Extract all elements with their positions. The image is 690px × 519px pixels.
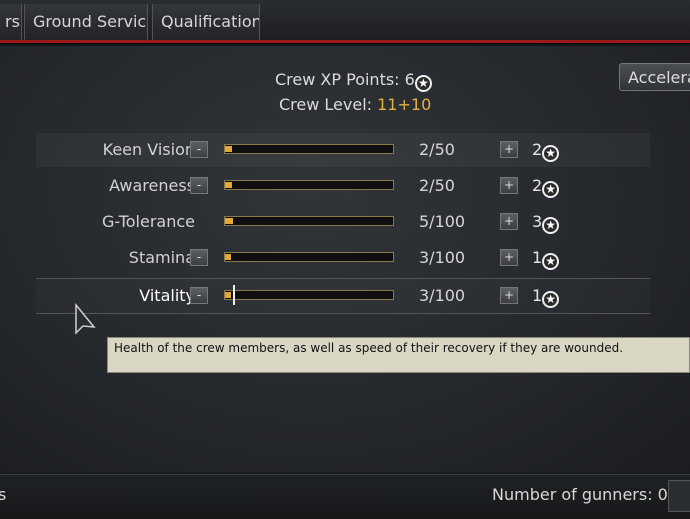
decrease-skill-button[interactable]: -	[190, 141, 208, 158]
star-icon: ★	[414, 75, 432, 92]
skill-cost: 2 ★	[532, 133, 560, 167]
star-icon: ★	[542, 253, 560, 270]
star-icon: ★	[542, 291, 560, 308]
skill-value: 3/100	[419, 248, 466, 267]
increase-skill-button[interactable]: +	[500, 177, 518, 194]
crew-xp-points-label: Crew XP Points:	[275, 70, 405, 89]
skill-progress-bar	[224, 180, 394, 190]
crew-level: Crew Level: 11+10	[279, 95, 431, 114]
top-tab-bar: rs Ground Service Qualification	[0, 0, 690, 42]
accelerate-button[interactable]: Accelera	[619, 63, 690, 91]
skill-progress-bar	[224, 144, 394, 154]
skill-cost-value: 3	[532, 212, 543, 231]
skill-cost-value: 2	[532, 140, 543, 159]
skill-row[interactable]: Vitality - 3/100 +1 ★	[36, 278, 650, 314]
tab-crew-members[interactable]: rs	[0, 4, 22, 40]
tab-label: rs	[5, 12, 20, 31]
skill-progress-bar	[224, 252, 394, 262]
decrease-skill-button[interactable]: -	[190, 249, 208, 266]
tab-label: Ground Service	[33, 12, 148, 31]
skill-name: Awareness	[109, 176, 195, 195]
skill-progress-fill	[225, 292, 231, 298]
skill-cost: 3 ★	[532, 205, 560, 239]
skill-progress-bar	[224, 216, 394, 226]
skill-progress-fill	[225, 254, 231, 260]
skill-value: 3/100	[419, 286, 466, 305]
skill-name: Vitality	[139, 286, 195, 305]
increase-skill-button[interactable]: +	[500, 141, 518, 158]
decrease-skill-button[interactable]: -	[190, 177, 208, 194]
skill-cost: 2 ★	[532, 169, 560, 203]
crew-level-value: 11	[377, 95, 398, 114]
decrease-skill-button[interactable]: -	[190, 287, 208, 304]
star-icon: ★	[542, 145, 560, 162]
star-icon: ★	[542, 217, 560, 234]
skill-value: 5/100	[419, 212, 466, 231]
skill-tooltip: Health of the crew members, as well as s…	[107, 337, 690, 373]
crew-level-bonus: +10	[397, 95, 432, 114]
skill-cost-value: 1	[532, 248, 543, 267]
crew-level-label: Crew Level:	[279, 95, 378, 114]
skill-row[interactable]: Awareness - 2/50 +2 ★	[36, 169, 650, 203]
skill-progress-fill	[225, 218, 233, 224]
crew-xp-points: Crew XP Points: 6 ★	[275, 70, 432, 92]
gunners-count: Number of gunners: 0	[492, 485, 668, 504]
skill-progress-fill	[225, 146, 232, 152]
skill-name: G-Tolerance	[102, 212, 195, 231]
skill-value: 2/50	[419, 176, 455, 195]
skill-cost-value: 2	[532, 176, 543, 195]
skill-row[interactable]: Stamina - 3/100 +1 ★	[36, 241, 650, 275]
crew-xp-points-value: 6	[404, 70, 415, 89]
skill-progress-fill	[225, 182, 232, 188]
increase-skill-button[interactable]: +	[500, 249, 518, 266]
tab-qualification[interactable]: Qualification	[152, 4, 260, 40]
skill-cost-value: 1	[532, 286, 543, 305]
increase-skill-button[interactable]: +	[500, 287, 518, 304]
skill-row[interactable]: Keen Vision - 2/50 +2 ★	[36, 133, 650, 167]
skill-cost: 1 ★	[532, 241, 560, 275]
tab-ground-service[interactable]: Ground Service	[24, 4, 148, 40]
mouse-cursor-icon	[75, 303, 96, 335]
bottom-right-button[interactable]	[668, 480, 690, 512]
tab-label: Qualification	[161, 12, 260, 31]
skill-progress-bar	[224, 290, 394, 300]
text-cursor-icon	[233, 285, 243, 305]
skill-row[interactable]: G-Tolerance 5/100 +3 ★	[36, 205, 650, 239]
skill-value: 2/50	[419, 140, 455, 159]
skill-name: Keen Vision	[102, 140, 195, 159]
star-icon: ★	[542, 181, 560, 198]
skill-cost: 1 ★	[532, 279, 560, 313]
increase-skill-button[interactable]: +	[500, 213, 518, 230]
tab-underline	[0, 40, 690, 43]
skill-name: Stamina	[128, 248, 195, 267]
bottom-left-text: s	[0, 485, 7, 504]
